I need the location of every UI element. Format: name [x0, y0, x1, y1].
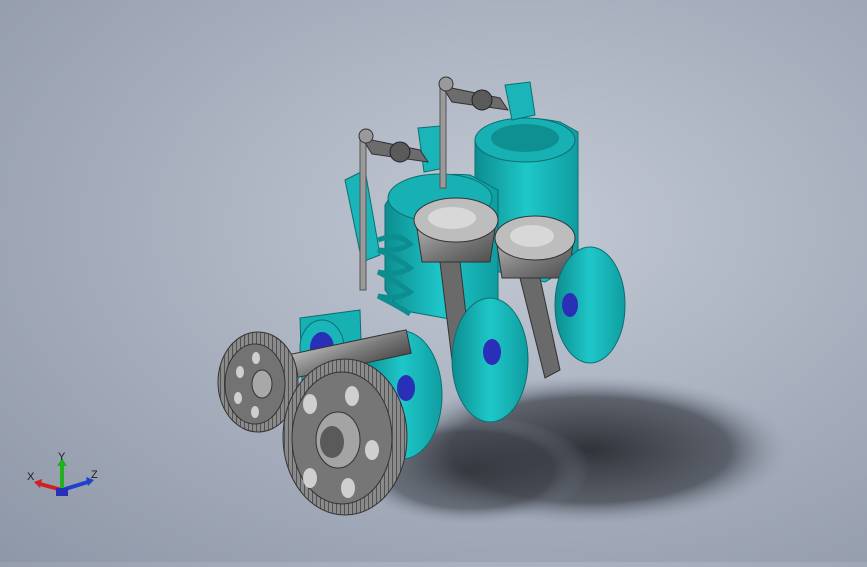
z-axis-label: Z: [91, 469, 98, 481]
orientation-triad[interactable]: Y X Z: [26, 451, 102, 504]
3d-viewport[interactable]: [0, 0, 867, 562]
triad-origin: [56, 488, 68, 496]
engine-model[interactable]: [0, 0, 867, 562]
crank-disc-rear[interactable]: [554, 246, 626, 364]
large-gear[interactable]: [282, 358, 408, 516]
y-axis-label: Y: [58, 452, 66, 463]
x-axis-label: X: [27, 471, 35, 483]
crank-disc-middle[interactable]: [451, 297, 529, 423]
